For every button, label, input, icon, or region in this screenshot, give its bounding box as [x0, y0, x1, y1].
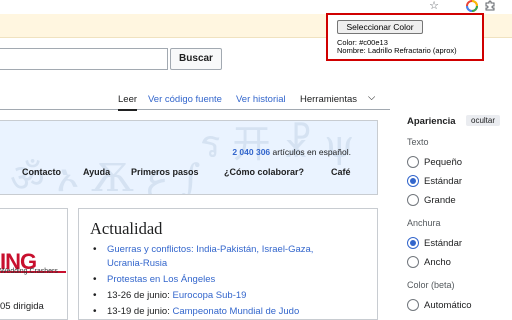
search-button[interactable]: Buscar: [170, 48, 222, 70]
text-size-small-radio[interactable]: [407, 156, 419, 168]
tab-view-source[interactable]: Ver código fuente: [148, 94, 222, 106]
width-standard-radio[interactable]: [407, 237, 419, 249]
width-standard-label[interactable]: Estándar: [424, 238, 462, 249]
news-heading: Actualidad: [90, 219, 163, 238]
news-box: Actualidad • Guerras y conflictos: India…: [78, 208, 378, 320]
portal-link-cafe[interactable]: Café: [331, 167, 351, 177]
article-count: 2 040 306 artículos en español.: [232, 147, 351, 157]
portal-link-ayuda[interactable]: Ayuda: [83, 167, 110, 177]
width-wide-label[interactable]: Ancho: [424, 257, 451, 268]
news-item-link[interactable]: Ucrania-Rusia: [107, 257, 167, 271]
news-item-text: 13-26 de junio: Eurocopa Sub-19: [107, 290, 247, 301]
featured-article-text: 05 dirigida: [0, 301, 44, 312]
portal-banner: ร 开 ☧ ψ ॐ ኦ Ѫ ع ∫ 2 040 306 artículos en…: [0, 120, 378, 195]
portal-link-contacto[interactable]: Contacto: [22, 167, 61, 177]
news-item-link[interactable]: Protestas en Los Ángeles: [107, 273, 215, 287]
select-color-button[interactable]: Seleccionar Color: [337, 20, 423, 34]
chevron-down-icon[interactable]: ⌵: [368, 92, 375, 104]
article-count-suffix: artículos en español.: [272, 147, 351, 157]
news-item-text: 13-19 de junio: Campeonato Mundial de Ju…: [107, 306, 300, 317]
picked-color-name: Nombre: Ladrillo Refractario (aprox): [337, 46, 457, 55]
featured-image[interactable]: ING Wedding Crashers: [0, 249, 66, 275]
color-picker-popup: Seleccionar Color Color: #c00e13 Nombre:…: [326, 13, 484, 61]
news-item-link[interactable]: Eurocopa Sub-19: [173, 290, 247, 301]
portal-link-como-colaborar[interactable]: ¿Cómo colaborar?: [224, 167, 304, 177]
tab-read[interactable]: Leer: [118, 94, 138, 111]
text-size-standard-label[interactable]: Estándar: [424, 176, 462, 187]
color-auto-radio[interactable]: [407, 299, 419, 311]
text-size-standard-radio[interactable]: [407, 175, 419, 187]
search-input[interactable]: [0, 48, 168, 70]
text-size-large-radio[interactable]: [407, 194, 419, 206]
portal-link-primeros-pasos[interactable]: Primeros pasos: [131, 167, 199, 177]
appearance-panel: Apariencia ocultar Texto Pequeño Estánda…: [400, 110, 512, 320]
featured-image-caption: Wedding Crashers: [0, 268, 58, 275]
tab-view-history[interactable]: Ver historial: [236, 94, 286, 106]
appearance-title: Apariencia: [407, 116, 456, 127]
puzzle-extensions-icon[interactable]: [483, 0, 497, 12]
color-auto-label[interactable]: Automático: [424, 300, 472, 311]
star-icon[interactable]: ☆: [427, 0, 441, 12]
text-size-large-label[interactable]: Grande: [424, 195, 456, 206]
article-count-number[interactable]: 2 040 306: [232, 147, 270, 157]
news-item-link[interactable]: Guerras y conflictos: India-Pakistán, Is…: [107, 243, 313, 257]
news-item-link[interactable]: Campeonato Mundial de Judo: [173, 306, 300, 317]
featured-article-box: ING Wedding Crashers 05 dirigida: [0, 208, 68, 320]
text-size-label: Texto: [407, 137, 429, 147]
width-label: Anchura: [407, 218, 441, 228]
hide-appearance-button[interactable]: ocultar: [466, 115, 501, 126]
color-picker-extension-icon[interactable]: [465, 0, 479, 12]
page-tabs: Leer Ver código fuente Ver historial Her…: [0, 90, 390, 111]
color-theme-label: Color (beta): [407, 280, 455, 290]
width-wide-radio[interactable]: [407, 256, 419, 268]
tab-tools[interactable]: Herramientas: [300, 94, 357, 106]
browser-toolbar: ☆: [0, 0, 512, 30]
text-size-small-label[interactable]: Pequeño: [424, 157, 462, 168]
